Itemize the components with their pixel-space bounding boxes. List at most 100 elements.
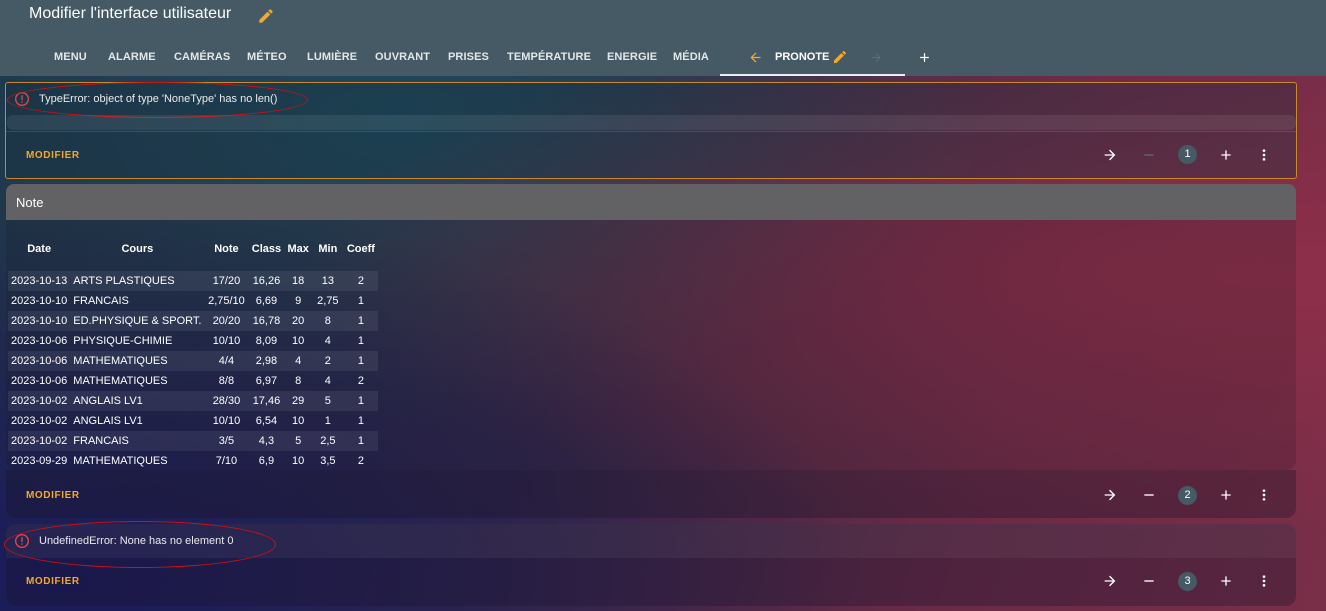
cell-note: 8/8 [218,375,235,387]
position-badge-1: 1 [1178,145,1197,164]
arrow-right-disabled-icon [872,53,881,62]
edit-title-pencil-icon[interactable] [257,7,275,25]
empty-content-strip [7,115,1296,130]
col-header-date: Date [27,243,52,255]
move-right-arrow-icon[interactable] [1102,147,1118,163]
cell-cours: ED.PHYSIQUE & SPORT. [70,311,205,331]
cell-max: 8 [295,375,302,387]
cell-class: 16,78 [248,311,285,331]
table-row: 2023-10-06 MATHEMATIQUES 4/4 2,98 4 2 1 [8,351,378,371]
page-title: Modifier l'interface utilisateur [29,5,232,22]
modifier-button-3[interactable]: MODIFIER [26,576,80,587]
cell-max: 29 [284,391,312,411]
tab-alarme[interactable]: ALARME [108,38,156,76]
cell-coeff: 1 [357,295,364,307]
modifier-button-2[interactable]: MODIFIER [26,490,80,501]
table-row: 2023-10-02 ANGLAIS LV1 10/10 6,54 10 1 1 [8,411,378,431]
note-card-title: Note [16,195,44,210]
more-vertical-icon[interactable] [1256,487,1272,503]
tab-lumiere[interactable]: LUMIÈRE [307,38,357,76]
col-header-cours: Cours [121,243,154,255]
cell-max: 9 [295,295,302,307]
cell-note: 4/4 [204,351,249,371]
cell-max: 4 [284,351,312,371]
cell-note: 2,75/10 [208,295,245,307]
table-row: 2023-09-29 MATHEMATIQUES 7/10 6,9 10 3,5 2 [8,451,378,471]
position-badge-3: 3 [1178,572,1197,591]
table-row: 2023-10-06 PHYSIQUE-CHIMIE 10/10 8,09 10 4 1 [8,331,378,351]
col-header-coeff: Coeff [346,243,375,255]
cell-class: 6,97 [255,375,278,387]
cell-max: 18 [284,271,312,291]
cell-min: 2,5 [311,431,344,451]
cell-date: 2023-10-02 [11,415,68,427]
move-right-arrow-icon[interactable] [1102,487,1118,503]
table-row: 2023-10-02 ANGLAIS LV1 28/30 17,46 29 5 1 [8,391,378,411]
col-header-min: Min [318,243,338,255]
tab-media[interactable]: MÉDIA [673,38,709,76]
cell-date: 2023-10-06 [8,351,71,371]
edit-tab-pencil-icon[interactable] [832,49,848,65]
modifier-button-1[interactable]: MODIFIER [26,150,80,161]
plus-icon[interactable] [1218,573,1234,589]
plus-icon[interactable] [1218,147,1234,163]
tab-menu[interactable]: MENU [54,38,87,76]
cell-cours: ARTS PLASTIQUES [70,271,205,291]
cell-min: 2,75 [317,295,339,307]
cell-cours: PHYSIQUE-CHIMIE [73,335,173,347]
more-vertical-icon[interactable] [1256,147,1272,163]
minus-icon[interactable] [1141,573,1157,589]
cell-min: 2 [311,351,344,371]
view-tabs: MENU ALARME CAMÉRAS MÉTEO LUMIÈRE OUVRAN… [0,38,1326,76]
cell-cours: MATHEMATIQUES [73,375,168,387]
arrow-left-icon[interactable] [748,50,763,65]
tab-pronote-label: PRONOTE [775,51,830,63]
cell-note: 17/20 [204,271,249,291]
table-row: 2023-10-02 FRANCAIS 3/5 4,3 5 2,5 1 [8,431,378,451]
tab-prises[interactable]: PRISES [448,38,489,76]
card1-divider [6,131,1296,132]
cell-note: 3/5 [204,431,249,451]
cell-coeff: 1 [343,391,378,411]
cell-max: 10 [292,455,305,467]
highlight-oval-3 [4,521,276,568]
cell-class: 8,09 [255,335,278,347]
more-vertical-icon[interactable] [1256,573,1272,589]
add-view-plus-icon[interactable] [917,50,932,65]
cell-class: 6,69 [255,295,278,307]
table-row: 2023-10-10 ED.PHYSIQUE & SPORT. 20/20 16,78… [8,311,378,331]
cell-class: 2,98 [248,351,285,371]
cell-coeff: 2 [357,455,364,467]
col-header-note: Note [214,243,239,255]
minus-icon[interactable] [1141,487,1157,503]
table-row: 2023-10-10 FRANCAIS 2,75/10 6,69 9 2,75 1 [8,291,378,311]
cell-date: 2023-10-10 [8,311,71,331]
note-card-header: Note [6,184,1296,220]
cell-date: 2023-10-02 [8,431,71,451]
tab-ouvrant[interactable]: OUVRANT [375,38,430,76]
cell-date: 2023-10-06 [11,375,68,387]
cell-class: 16,26 [248,271,285,291]
tab-cameras[interactable]: CAMÉRAS [174,38,230,76]
cell-coeff: 1 [343,351,378,371]
cell-max: 10 [292,415,305,427]
tab-temperature[interactable]: TEMPÉRATURE [507,38,591,76]
cell-coeff: 2 [343,271,378,291]
plus-icon[interactable] [1218,487,1234,503]
cell-note: 10/10 [212,415,241,427]
cell-class: 4,3 [248,431,285,451]
cell-date: 2023-09-29 [11,455,68,467]
cell-cours: FRANCAIS [70,431,205,451]
cell-coeff: 1 [343,431,378,451]
tab-meteo[interactable]: MÉTEO [247,38,287,76]
position-badge-2: 2 [1178,486,1197,505]
minus-disabled-icon [1144,154,1154,156]
tab-energie[interactable]: ENERGIE [607,38,657,76]
cell-note: 28/30 [204,391,249,411]
move-right-arrow-icon[interactable] [1102,573,1118,589]
cell-max: 5 [284,431,312,451]
cell-min: 8 [311,311,344,331]
cell-max: 10 [292,335,305,347]
cell-note: 7/10 [215,455,238,467]
highlight-oval-1 [7,82,308,118]
